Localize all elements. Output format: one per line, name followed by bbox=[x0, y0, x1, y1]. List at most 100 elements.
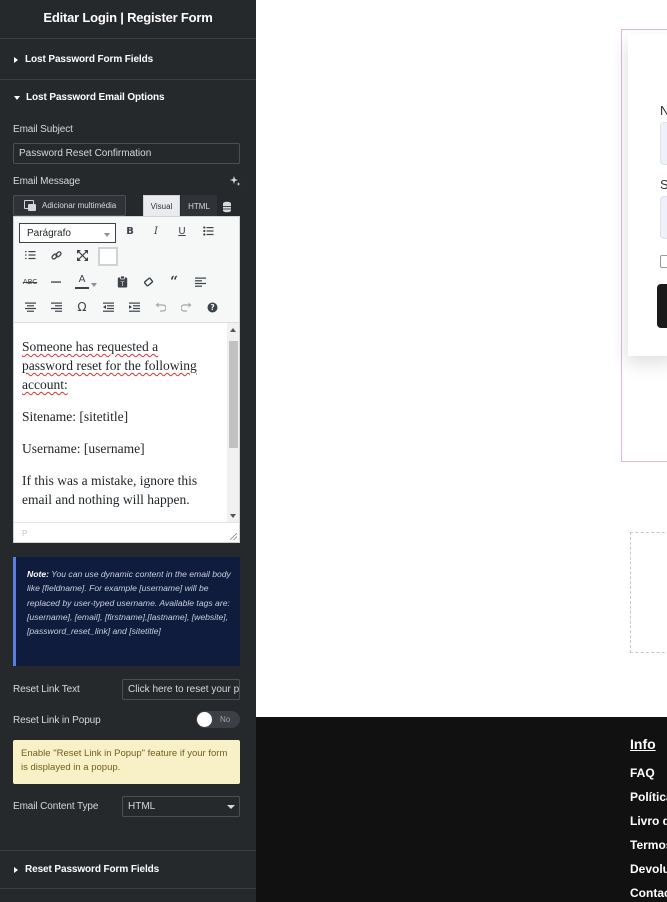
bullet-list-icon[interactable] bbox=[200, 223, 216, 239]
footer-link[interactable]: Contac bbox=[630, 886, 667, 900]
footer-link[interactable]: Termos bbox=[630, 838, 667, 852]
underline-icon[interactable]: U bbox=[174, 223, 190, 239]
editor-toolbar: Parágrafo B I U ABC A T “ Ω ? bbox=[14, 217, 239, 322]
fullscreen-icon[interactable] bbox=[74, 247, 90, 263]
redo-icon[interactable] bbox=[178, 299, 194, 315]
tab-html[interactable]: HTML bbox=[181, 195, 217, 217]
text-color-swatch[interactable] bbox=[98, 247, 118, 266]
form-input[interactable] bbox=[660, 122, 667, 165]
preview-canvas: N S bbox=[256, 0, 667, 717]
select-value: HTML bbox=[128, 801, 156, 812]
section-label: Lost Password Email Options bbox=[26, 92, 165, 103]
toggle-state: No bbox=[220, 715, 231, 724]
submit-button[interactable] bbox=[657, 284, 667, 328]
reset-link-popup-toggle[interactable]: No bbox=[196, 711, 240, 728]
content-paragraph: Someone has requested a password reset f… bbox=[22, 337, 212, 394]
chevron-down-icon bbox=[104, 233, 110, 237]
scroll-up-icon[interactable] bbox=[230, 328, 236, 332]
chevron-down-icon bbox=[227, 805, 235, 809]
note-text: You can use dynamic content in the email… bbox=[27, 569, 231, 637]
bold-icon[interactable]: B bbox=[122, 223, 138, 239]
panel-title: Editar Login | Register Form bbox=[43, 9, 213, 25]
horizontal-rule-icon[interactable] bbox=[48, 274, 64, 290]
numbered-list-icon[interactable] bbox=[22, 247, 38, 263]
clear-format-icon[interactable] bbox=[140, 274, 156, 290]
undo-icon[interactable] bbox=[152, 299, 168, 315]
popup-warning: Enable "Reset Link in Popup" feature if … bbox=[13, 740, 240, 784]
align-center-icon[interactable] bbox=[22, 299, 38, 315]
media-icon bbox=[24, 199, 36, 212]
divider bbox=[0, 888, 256, 889]
content-paragraph: Sitename: [sitetitle] bbox=[22, 409, 129, 424]
form-field-label: S bbox=[660, 177, 667, 192]
strikethrough-icon[interactable]: ABC bbox=[22, 274, 38, 290]
caret-right-icon bbox=[14, 56, 18, 63]
special-char-icon[interactable]: Ω bbox=[74, 299, 90, 315]
reset-link-text-label: Reset Link Text bbox=[13, 684, 80, 695]
divider bbox=[0, 850, 256, 851]
dynamic-content-note: Note: You can use dynamic content in the… bbox=[13, 557, 240, 666]
element-path[interactable]: P bbox=[22, 529, 27, 538]
svg-text:?: ? bbox=[210, 303, 214, 312]
svg-text:T: T bbox=[119, 281, 124, 288]
app-root: Editar Login | Register Form Lost Passwo… bbox=[0, 0, 667, 902]
form-input[interactable] bbox=[660, 196, 667, 239]
site-footer: Info FAQ Política Livro d Termos Devolu … bbox=[256, 717, 667, 902]
footer-link[interactable]: FAQ bbox=[630, 766, 655, 780]
editor-scrollbar[interactable] bbox=[227, 323, 239, 522]
email-message-label: Email Message bbox=[13, 176, 81, 187]
editor-content-area[interactable]: Someone has requested a password reset f… bbox=[14, 322, 239, 522]
footer-link[interactable]: Devolu bbox=[630, 862, 667, 876]
ai-sparkle-icon[interactable] bbox=[230, 176, 241, 187]
format-select[interactable]: Parágrafo bbox=[19, 223, 116, 243]
email-subject-input[interactable]: Password Reset Confirmation bbox=[13, 143, 240, 164]
indent-icon[interactable] bbox=[126, 299, 142, 315]
outdent-icon[interactable] bbox=[100, 299, 116, 315]
link-icon[interactable] bbox=[48, 247, 64, 263]
section-label: Reset Password Form Fields bbox=[25, 864, 160, 875]
resize-handle-icon[interactable] bbox=[230, 533, 237, 540]
reset-link-popup-label: Reset Link in Popup bbox=[13, 715, 101, 726]
empty-section-placeholder[interactable] bbox=[630, 532, 667, 653]
note-label: Note: bbox=[27, 569, 49, 579]
email-content-type-select[interactable]: HTML bbox=[122, 796, 240, 817]
email-subject-label: Email Subject bbox=[13, 124, 73, 135]
remember-checkbox[interactable] bbox=[660, 255, 667, 268]
section-reset-password-form-fields[interactable]: Reset Password Form Fields bbox=[14, 864, 159, 875]
caret-down-icon bbox=[14, 95, 20, 100]
toggle-knob bbox=[197, 712, 212, 727]
divider bbox=[0, 79, 256, 80]
elementor-panel: Editar Login | Register Form Lost Passwo… bbox=[0, 0, 256, 902]
align-right-icon[interactable] bbox=[48, 299, 64, 315]
section-lost-password-email-options[interactable]: Lost Password Email Options bbox=[14, 92, 165, 103]
divider bbox=[0, 38, 256, 39]
blockquote-icon[interactable]: “ bbox=[166, 274, 182, 290]
editor-statusbar: P bbox=[14, 522, 239, 542]
caret-right-icon bbox=[14, 866, 18, 873]
italic-icon[interactable]: I bbox=[148, 223, 164, 239]
section-label: Lost Password Form Fields bbox=[25, 54, 154, 65]
footer-link[interactable]: Política bbox=[630, 790, 667, 804]
tab-visual[interactable]: Visual bbox=[143, 195, 180, 217]
help-icon[interactable]: ? bbox=[204, 299, 220, 315]
scroll-thumb[interactable] bbox=[229, 341, 238, 448]
database-icon[interactable] bbox=[222, 200, 232, 213]
align-left-icon[interactable] bbox=[192, 274, 208, 290]
format-value: Parágrafo bbox=[27, 227, 71, 239]
wysiwyg-editor: Parágrafo B I U ABC A T “ Ω ? Someone ha… bbox=[13, 216, 240, 543]
content-paragraph: If this was a mistake, ignore this email… bbox=[22, 473, 198, 507]
content-text: Someone has requested a password reset f… bbox=[22, 339, 197, 392]
section-lost-password-form-fields[interactable]: Lost Password Form Fields bbox=[14, 54, 153, 65]
text-color-icon[interactable]: A bbox=[74, 274, 90, 290]
add-media-button[interactable]: Adicionar multimédia bbox=[13, 195, 126, 216]
reset-link-text-input[interactable]: Click here to reset your pa bbox=[122, 679, 240, 700]
chevron-down-icon[interactable] bbox=[90, 277, 98, 293]
footer-link[interactable]: Livro d bbox=[630, 814, 667, 828]
paste-text-icon[interactable]: T bbox=[114, 274, 130, 290]
email-content-type-label: Email Content Type bbox=[13, 801, 99, 812]
footer-heading: Info bbox=[630, 736, 656, 752]
content-paragraph: Username: [username] bbox=[22, 441, 145, 456]
scroll-down-icon[interactable] bbox=[230, 514, 236, 518]
add-media-label: Adicionar multimédia bbox=[42, 201, 117, 210]
form-field-label: N bbox=[660, 103, 667, 118]
